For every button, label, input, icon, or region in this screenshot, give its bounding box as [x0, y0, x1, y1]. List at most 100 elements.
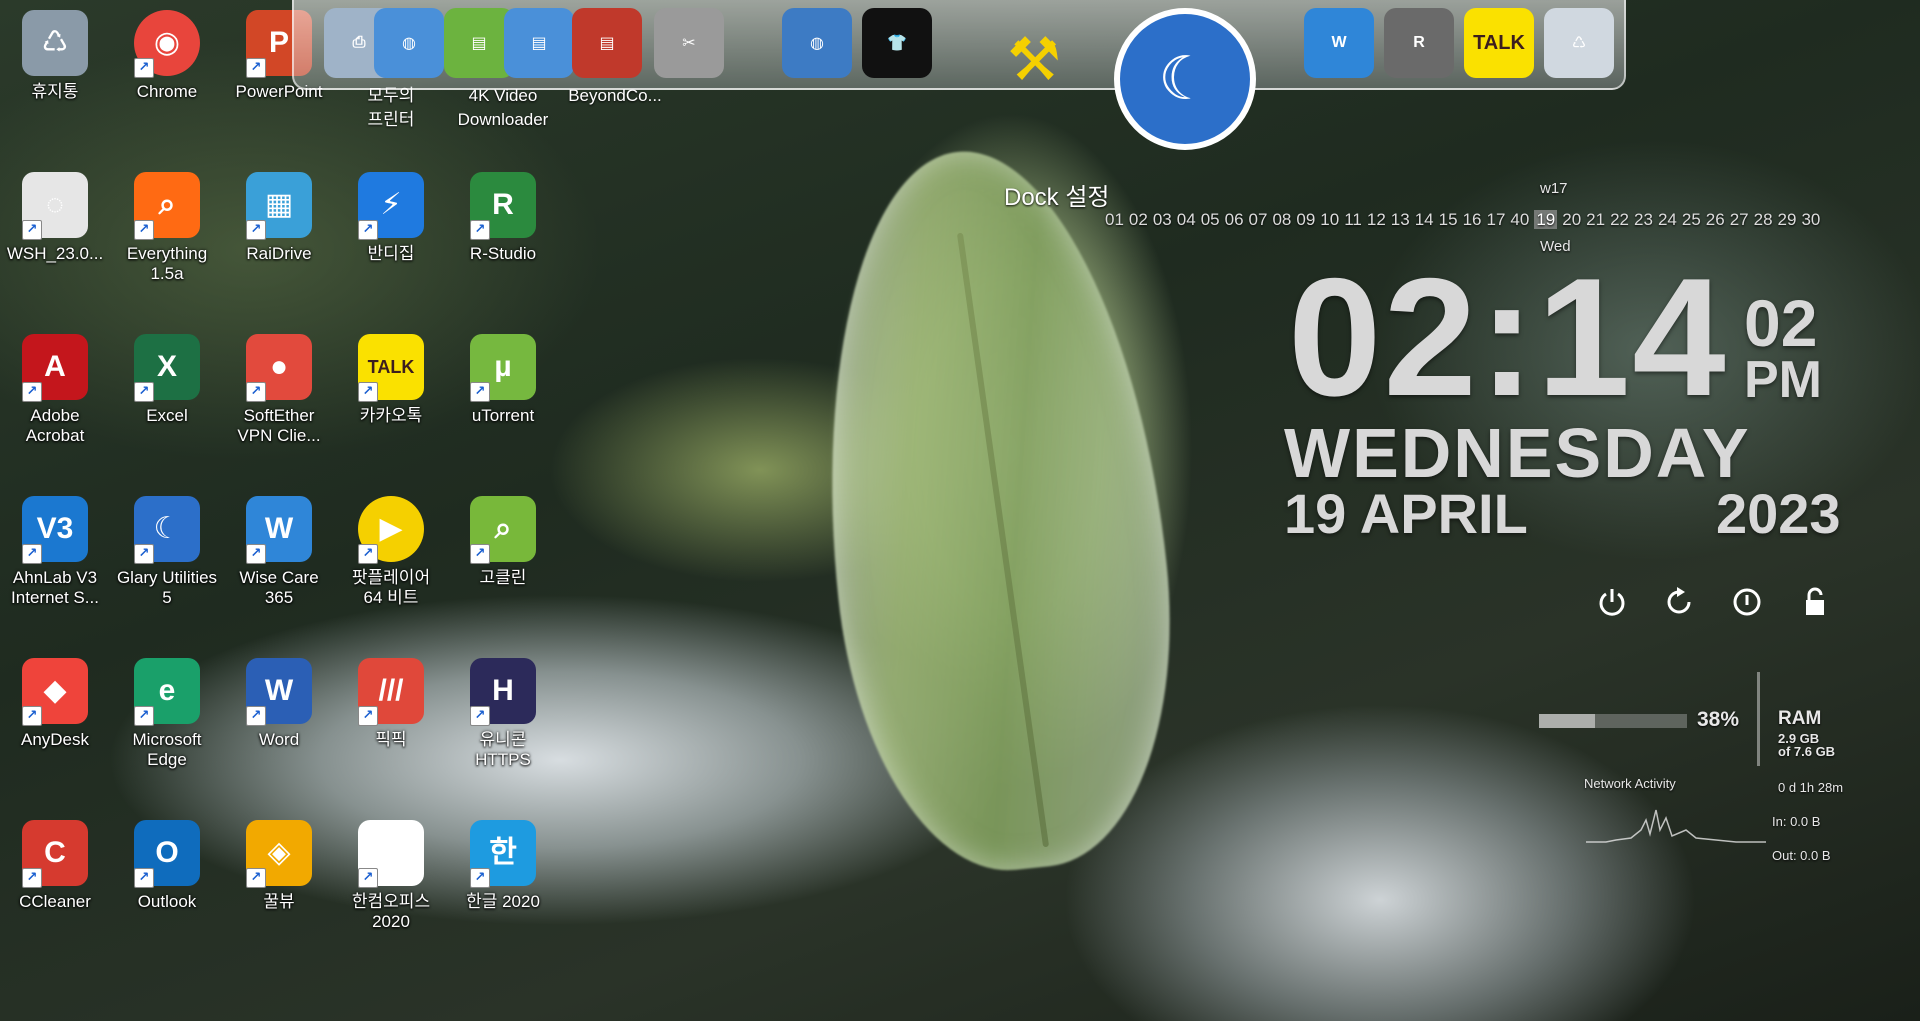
wise-care-icon[interactable]: W — [1304, 8, 1374, 78]
desktop-icon[interactable]: ☾ ↗ Glary Utilities 5 — [112, 496, 222, 608]
kakaotalk-icon[interactable]: TALK — [1464, 8, 1534, 78]
desktop-icon-label: AnyDesk — [20, 730, 90, 749]
calendar-day: 26 — [1705, 210, 1725, 229]
desktop-icon[interactable]: ◈ ↗ 꿀뷰 — [224, 820, 334, 912]
ram-percent: 38% — [1697, 708, 1740, 731]
shortcut-arrow-icon: ↗ — [134, 706, 154, 726]
ahnlab-v3-icon: V3 ↗ — [22, 496, 88, 564]
desktop-icon[interactable]: ≡ ↗ 한컴오피스 2020 — [336, 820, 446, 932]
hammer-icon[interactable]: ⚒ — [974, 10, 1094, 110]
desktop-icon[interactable]: O ↗ Outlook — [112, 820, 222, 912]
desktop-icon-label[interactable]: 모두의 프린터 — [336, 84, 446, 132]
folder-icon[interactable]: ▤ — [572, 8, 642, 78]
lock-button[interactable] — [1797, 584, 1833, 620]
r-studio-icon[interactable]: R — [1384, 8, 1454, 78]
desktop-icon[interactable]: A ↗ Adobe Acrobat — [0, 334, 110, 446]
shortcut-arrow-icon: ↗ — [358, 706, 378, 726]
raidrive-icon: ▦ ↗ — [246, 172, 312, 240]
logoff-icon — [1733, 588, 1761, 616]
calendar-day: 23 — [1634, 210, 1653, 229]
calendar-day: 11 — [1344, 210, 1362, 229]
calendar-week-label: w17 — [1540, 180, 1568, 197]
shortcut-arrow-icon: ↗ — [470, 382, 490, 402]
desktop-icon[interactable]: ⌕ ↗ 고클린 — [448, 496, 558, 588]
desktop-icon[interactable]: R ↗ R-Studio — [448, 172, 558, 264]
calendar-day: 22 — [1610, 210, 1630, 229]
tools-icon[interactable]: ✂ — [654, 8, 724, 78]
shortcut-arrow-icon: ↗ — [246, 706, 266, 726]
desktop-icon[interactable]: W ↗ Wise Care 365 — [224, 496, 334, 608]
desktop-icon[interactable]: H ↗ 유니콘 HTTPS — [448, 658, 558, 770]
clock-year: 2023 — [1716, 482, 1841, 545]
chrome-icon: ◉ ↗ — [134, 10, 200, 78]
tshirt-icon[interactable]: 👕 — [862, 8, 932, 78]
desktop-icon-label[interactable]: 4K Video Downloader — [448, 84, 558, 132]
desktop-icon[interactable]: 한 ↗ 한글 2020 — [448, 820, 558, 912]
desktop-icon[interactable]: ⚡ ↗ 반디집 — [336, 172, 446, 264]
desktop-icon-label: Outlook — [137, 892, 197, 911]
desktop-icon-label: 팟플레이어 64 비트 — [351, 568, 431, 607]
calendar-day: 10 — [1320, 210, 1340, 229]
utorrent-icon: µ ↗ — [470, 334, 536, 402]
calendar-day: 40 — [1510, 210, 1530, 229]
desktop-icon[interactable]: ● ↗ SoftEther VPN Clie... — [224, 334, 334, 446]
shortcut-arrow-icon: ↗ — [358, 382, 378, 402]
desktop-icon[interactable]: ♺ 휴지통 — [0, 10, 110, 102]
desktop-icon-label: 한글 2020 — [466, 892, 540, 911]
picpick-icon: ///↗ — [358, 658, 424, 726]
desktop-icon[interactable]: W ↗ Word — [224, 658, 334, 750]
shutdown-button[interactable] — [1594, 584, 1630, 620]
clock-weekday: WEDNESDAY — [1284, 414, 1751, 492]
desktop-icon-label: Glary Utilities 5 — [116, 568, 218, 607]
desktop-icon[interactable]: C ↗ CCleaner — [0, 820, 110, 912]
desktop-icon[interactable]: µ ↗ uTorrent — [448, 334, 558, 426]
desktop-icon-label: Wise Care 365 — [239, 568, 319, 607]
globe-icon[interactable]: ◍ — [374, 8, 444, 78]
folder-icon[interactable]: ▤ — [504, 8, 574, 78]
potplayer-icon: ▶ ↗ — [358, 496, 424, 564]
clock-ampm: PM — [1744, 351, 1822, 409]
shortcut-arrow-icon: ↗ — [246, 220, 266, 240]
desktop-icon[interactable]: ▶ ↗ 팟플레이어 64 비트 — [336, 496, 446, 608]
dock-bar: ⎙ ◍ ▤ ▤ ▤ ✂ ◍ 👕 ⚒ ☾ W R TALK ♺ — [292, 0, 1626, 150]
desktop-icon-label: 카카오톡 — [359, 406, 423, 425]
desktop-icon[interactable]: ◌ ↗ WSH_23.0... — [0, 172, 110, 264]
logoff-button[interactable] — [1729, 584, 1765, 620]
shortcut-arrow-icon: ↗ — [22, 868, 42, 888]
desktop-icon[interactable]: e ↗ Microsoft Edge — [112, 658, 222, 770]
calendar-day: 07 — [1248, 210, 1268, 229]
calendar-day: 30 — [1801, 210, 1821, 229]
ram-total: of 7.6 GB — [1778, 744, 1836, 759]
desktop-icon-label: uTorrent — [471, 406, 535, 425]
desktop-icon[interactable]: ///↗ 픽픽 — [336, 658, 446, 750]
edge-icon: e ↗ — [134, 658, 200, 726]
hangul-icon: 한 ↗ — [470, 820, 536, 888]
desktop-icon-label: Chrome — [136, 82, 198, 101]
desktop-icon[interactable]: X ↗ Excel — [112, 334, 222, 426]
shortcut-arrow-icon: ↗ — [22, 382, 42, 402]
ram-label: RAM — [1778, 708, 1822, 729]
desktop-icon[interactable]: ⌕ ↗ Everything 1.5a — [112, 172, 222, 284]
shortcut-arrow-icon: ↗ — [134, 220, 154, 240]
recycle-bin-icon[interactable]: ♺ — [1544, 8, 1614, 78]
desktop-icon[interactable]: V3 ↗ AhnLab V3 Internet S... — [0, 496, 110, 608]
globe-icon[interactable]: ◍ — [782, 8, 852, 78]
desktop-icon-label: R-Studio — [469, 244, 537, 263]
desktop-icon[interactable]: ◆ ↗ AnyDesk — [0, 658, 110, 750]
shortcut-arrow-icon: ↗ — [134, 544, 154, 564]
calendar-day: 02 — [1128, 210, 1148, 229]
calendar-day: 15 — [1438, 210, 1458, 229]
desktop-icon[interactable]: TALK ↗ 카카오톡 — [336, 334, 446, 426]
network-graph — [1586, 809, 1766, 843]
shortcut-arrow-icon: ↗ — [246, 382, 266, 402]
calendar-day: 08 — [1272, 210, 1292, 229]
dock-settings-label[interactable]: Dock 설정 — [1004, 186, 1110, 210]
calendar-day: 27 — [1729, 210, 1749, 229]
restart-button[interactable] — [1661, 584, 1697, 620]
desktop-icon[interactable]: ▦ ↗ RaiDrive — [224, 172, 334, 264]
ram-usage-bar — [1539, 714, 1687, 728]
desktop-icon-label: Microsoft Edge — [132, 730, 202, 769]
disc-icon: ◌ ↗ — [22, 172, 88, 240]
glary-icon[interactable]: ☾ — [1114, 8, 1256, 150]
desktop-icon[interactable]: ◉ ↗ Chrome — [112, 10, 222, 102]
